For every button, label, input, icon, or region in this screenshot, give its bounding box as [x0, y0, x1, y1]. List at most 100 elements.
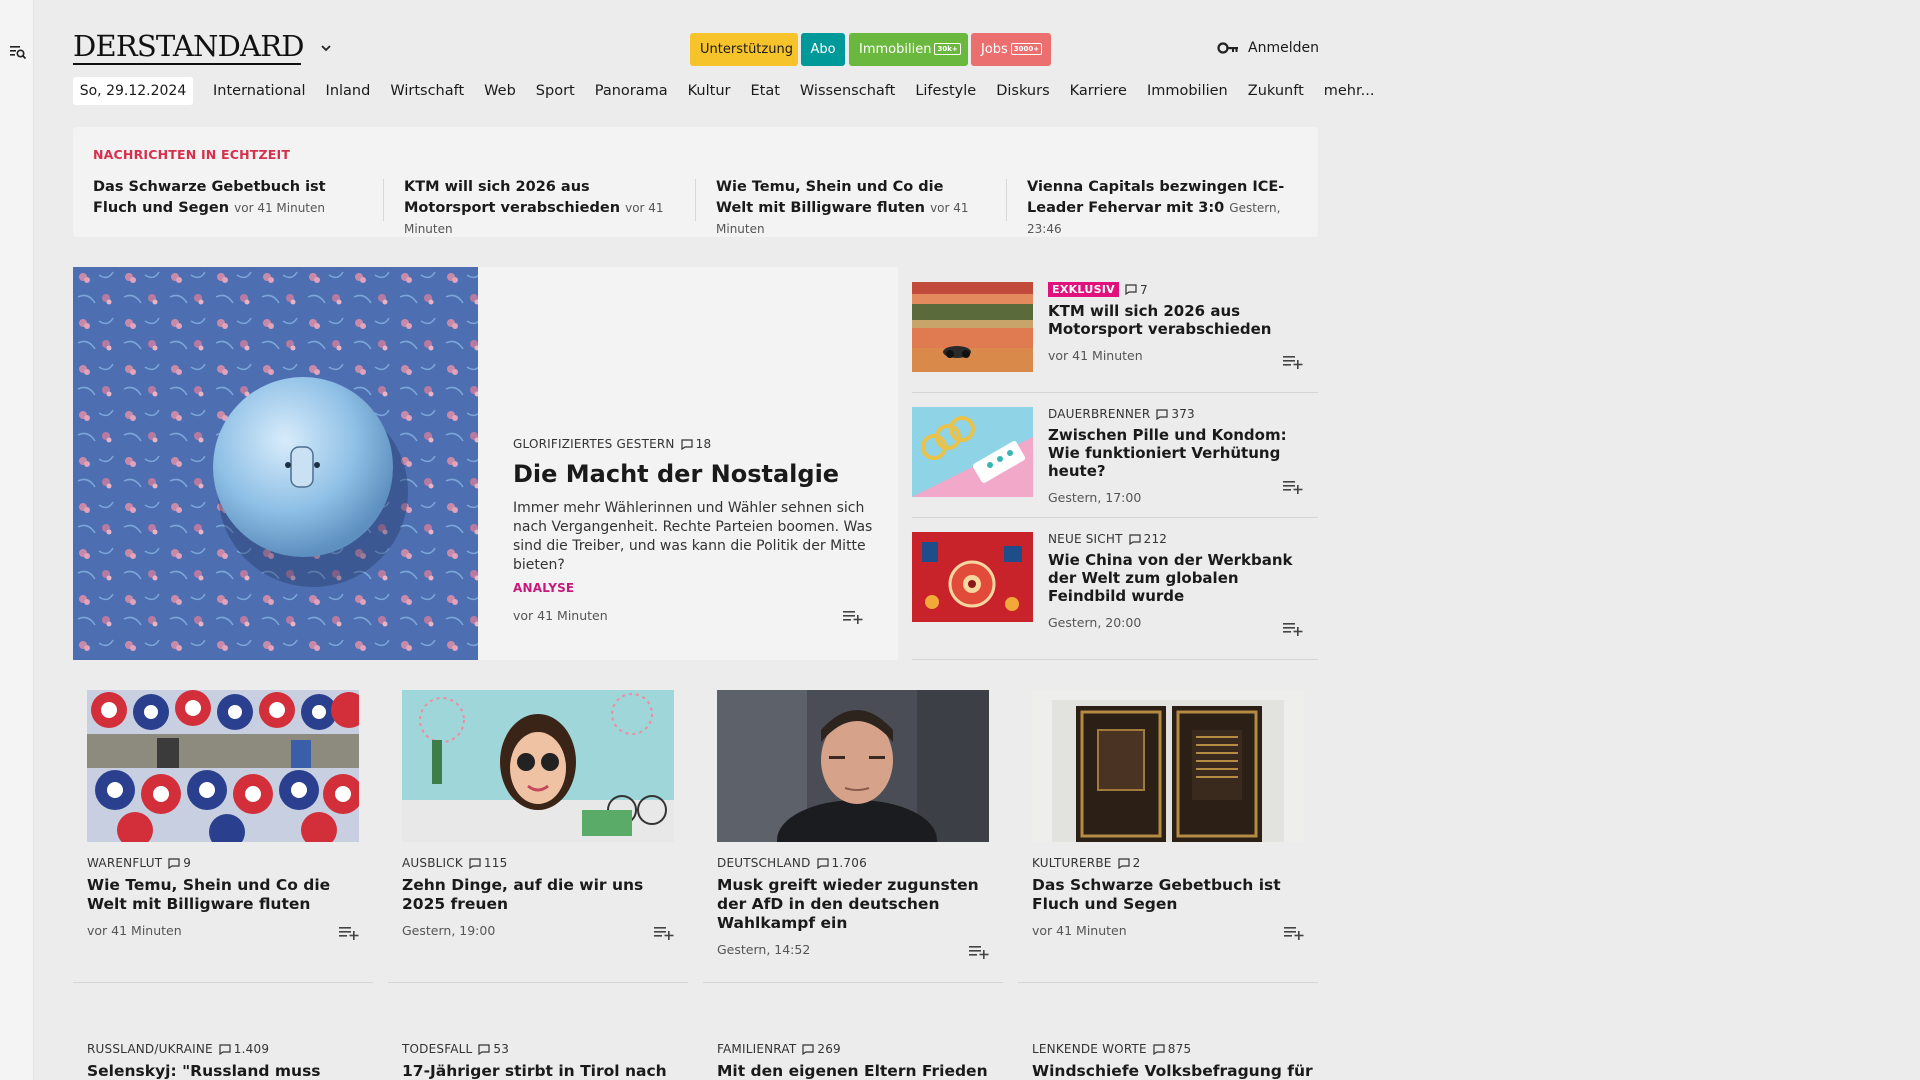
comment-count-value: 18 [695, 437, 712, 451]
live-news-ticker: NACHRICHTEN IN ECHTZEIT Das Schwarze Geb… [73, 127, 1318, 237]
menu-search-icon[interactable] [9, 43, 27, 61]
add-to-playlist-icon[interactable] [969, 944, 989, 960]
comment-count[interactable]: 1.409 [219, 1042, 269, 1056]
comment-count-value: 7 [1140, 282, 1148, 297]
ticker-item[interactable]: Das Schwarze Gebetbuch ist Fluch und Seg… [93, 177, 353, 219]
comment-count[interactable]: 18 [681, 437, 712, 451]
side-article[interactable]: DAUERBRENNER 373 Zwischen Pille und Kond… [912, 407, 1318, 518]
immobilien-count-badge: 30k+ [934, 43, 961, 55]
comment-count[interactable]: 269 [802, 1042, 841, 1056]
side-article-image[interactable] [912, 407, 1033, 497]
comment-count[interactable]: 7 [1125, 283, 1148, 297]
comment-count[interactable]: 373 [1156, 407, 1195, 421]
comment-count[interactable]: 1.706 [816, 856, 867, 870]
add-to-playlist-icon[interactable] [339, 925, 359, 941]
comment-count[interactable]: 2 [1117, 856, 1141, 870]
hero-image[interactable] [73, 267, 478, 660]
side-article[interactable]: NEUE SICHT 212 Wie China von der Werkban… [912, 532, 1318, 660]
nav-item-etat[interactable]: Etat [750, 77, 779, 105]
nav-item-zukunft[interactable]: Zukunft [1248, 77, 1304, 105]
article-card[interactable]: WARENFLUT 9 Wie Temu, Shein und Co die W… [73, 690, 373, 983]
side-article-title[interactable]: KTM will sich 2026 aus Motorsport verabs… [1048, 302, 1313, 338]
side-article-image[interactable] [912, 532, 1033, 622]
article-card-title[interactable]: Das Schwarze Gebetbuch ist Fluch und Seg… [1032, 876, 1304, 914]
side-article[interactable]: EXKLUSIV 7 KTM will sich 2026 aus Motors… [912, 282, 1318, 393]
hero-title[interactable]: Die Macht der Nostalgie [513, 459, 873, 489]
ticker-item-title: KTM will sich 2026 aus Motorsport verabs… [404, 179, 621, 216]
comment-count-value: 53 [493, 1042, 510, 1056]
hero-tag: ANALYSE [513, 581, 575, 595]
article-card[interactable]: AUSBLICK 115 Zehn Dinge, auf die wir uns… [388, 690, 688, 983]
article-card-image[interactable] [402, 690, 674, 842]
comment-count[interactable]: 53 [478, 1042, 509, 1056]
jobs-count-badge: 3000+ [1010, 43, 1043, 55]
nav-item-lifestyle[interactable]: Lifestyle [915, 77, 976, 105]
comment-count[interactable]: 115 [469, 856, 508, 870]
comment-icon [1125, 284, 1137, 295]
nav-item-kultur[interactable]: Kultur [688, 77, 731, 105]
support-button[interactable]: Unterstützung [690, 33, 798, 66]
side-article-kicker-label: NEUE SICHT [1048, 532, 1123, 546]
article-card[interactable]: LENKENDE WORTE 875 Windschiefe Volksbefr… [1032, 1042, 1332, 1080]
comment-count[interactable]: 875 [1153, 1042, 1192, 1056]
site-logo[interactable]: DERSTANDARD [73, 30, 304, 62]
add-to-playlist-icon[interactable] [843, 609, 863, 625]
article-card-time: vor 41 Minuten [87, 923, 182, 938]
side-article-image[interactable] [912, 282, 1033, 372]
article-card-title[interactable]: Zehn Dinge, auf die wir uns 2025 freuen [402, 876, 674, 914]
article-card-body: AUSBLICK 115 Zehn Dinge, auf die wir uns… [402, 856, 674, 938]
nav-item-sport[interactable]: Sport [536, 77, 575, 105]
article-card[interactable]: TODESFALL 53 17-Jähriger stirbt in Tirol… [402, 1042, 702, 1080]
nav-item-karriere[interactable]: Karriere [1070, 77, 1127, 105]
hero-article[interactable]: GLORIFIZIERTES GESTERN 18 Die Macht der … [73, 267, 898, 660]
nav-item-wissenschaft[interactable]: Wissenschaft [800, 77, 895, 105]
login-button[interactable]: Anmelden [1217, 40, 1319, 56]
add-to-playlist-icon[interactable] [1284, 925, 1304, 941]
abo-button[interactable]: Abo [801, 33, 845, 66]
article-card-title[interactable]: Mit den eigenen Eltern Frieden [717, 1062, 1017, 1080]
nav-item-international[interactable]: International [213, 77, 306, 105]
article-card-body: KULTURERBE 2 Das Schwarze Gebetbuch ist … [1032, 856, 1304, 938]
article-card-image[interactable] [87, 690, 359, 842]
ticker-item[interactable]: Vienna Capitals bezwingen ICE-Leader Feh… [1027, 177, 1287, 240]
immobilien-button[interactable]: Immobilien 30k+ [849, 33, 968, 66]
ticker-item-title: Wie Temu, Shein und Co die Welt mit Bill… [716, 179, 944, 216]
article-card[interactable]: FAMILIENRAT 269 Mit den eigenen Eltern F… [717, 1042, 1017, 1080]
nav-item-inland[interactable]: Inland [326, 77, 371, 105]
ticker-item[interactable]: Wie Temu, Shein und Co die Welt mit Bill… [716, 177, 976, 240]
nav-item-immobilien[interactable]: Immobilien [1147, 77, 1228, 105]
article-card[interactable]: RUSSLAND/UKRAINE 1.409 Selenskyj: "Russl… [87, 1042, 387, 1080]
comment-count-value: 1.706 [831, 856, 867, 870]
article-card-image[interactable] [717, 690, 989, 842]
add-to-playlist-icon[interactable] [1283, 621, 1303, 637]
nav-item-diskurs[interactable]: Diskurs [996, 77, 1049, 105]
side-article-title[interactable]: Wie China von der Werkbank der Welt zum … [1048, 551, 1313, 605]
add-to-playlist-icon[interactable] [1283, 354, 1303, 370]
article-card-title[interactable]: Selenskyj: "Russland muss [87, 1062, 387, 1080]
article-card-title[interactable]: Windschiefe Volksbefragung für ein [1032, 1062, 1332, 1080]
ticker-item[interactable]: KTM will sich 2026 aus Motorsport verabs… [404, 177, 664, 240]
article-card-title[interactable]: Wie Temu, Shein und Co die Welt mit Bill… [87, 876, 359, 914]
nav-item-panorama[interactable]: Panorama [595, 77, 668, 105]
article-card-title[interactable]: Musk greift wieder zugunsten der AfD in … [717, 876, 989, 933]
comment-count[interactable]: 9 [168, 856, 191, 870]
ticker-item-time: vor 41 Minuten [234, 201, 325, 215]
side-article-kicker: EXKLUSIV 7 [1048, 282, 1313, 297]
side-article-title[interactable]: Zwischen Pille und Kondom: Wie funktioni… [1048, 426, 1313, 480]
article-card-kicker: KULTURERBE 2 [1032, 856, 1304, 870]
nav-item-more[interactable]: mehr... [1324, 77, 1375, 105]
article-card[interactable]: KULTURERBE 2 Das Schwarze Gebetbuch ist … [1018, 690, 1318, 983]
immobilien-label: Immobilien [859, 42, 932, 57]
jobs-button[interactable]: Jobs 3000+ [971, 33, 1051, 66]
comment-count-value: 269 [817, 1042, 841, 1056]
nav-item-web[interactable]: Web [484, 77, 516, 105]
article-card[interactable]: DEUTSCHLAND 1.706 Musk greift wieder zug… [703, 690, 1003, 983]
article-card-image[interactable] [1032, 690, 1304, 842]
add-to-playlist-icon[interactable] [654, 925, 674, 941]
article-card-kicker: RUSSLAND/UKRAINE 1.409 [87, 1042, 387, 1056]
comment-count[interactable]: 212 [1129, 532, 1168, 546]
add-to-playlist-icon[interactable] [1283, 479, 1303, 495]
article-card-title[interactable]: 17-Jähriger stirbt in Tirol nach [402, 1062, 702, 1080]
nav-item-wirtschaft[interactable]: Wirtschaft [390, 77, 464, 105]
chevron-down-icon[interactable] [319, 41, 333, 55]
